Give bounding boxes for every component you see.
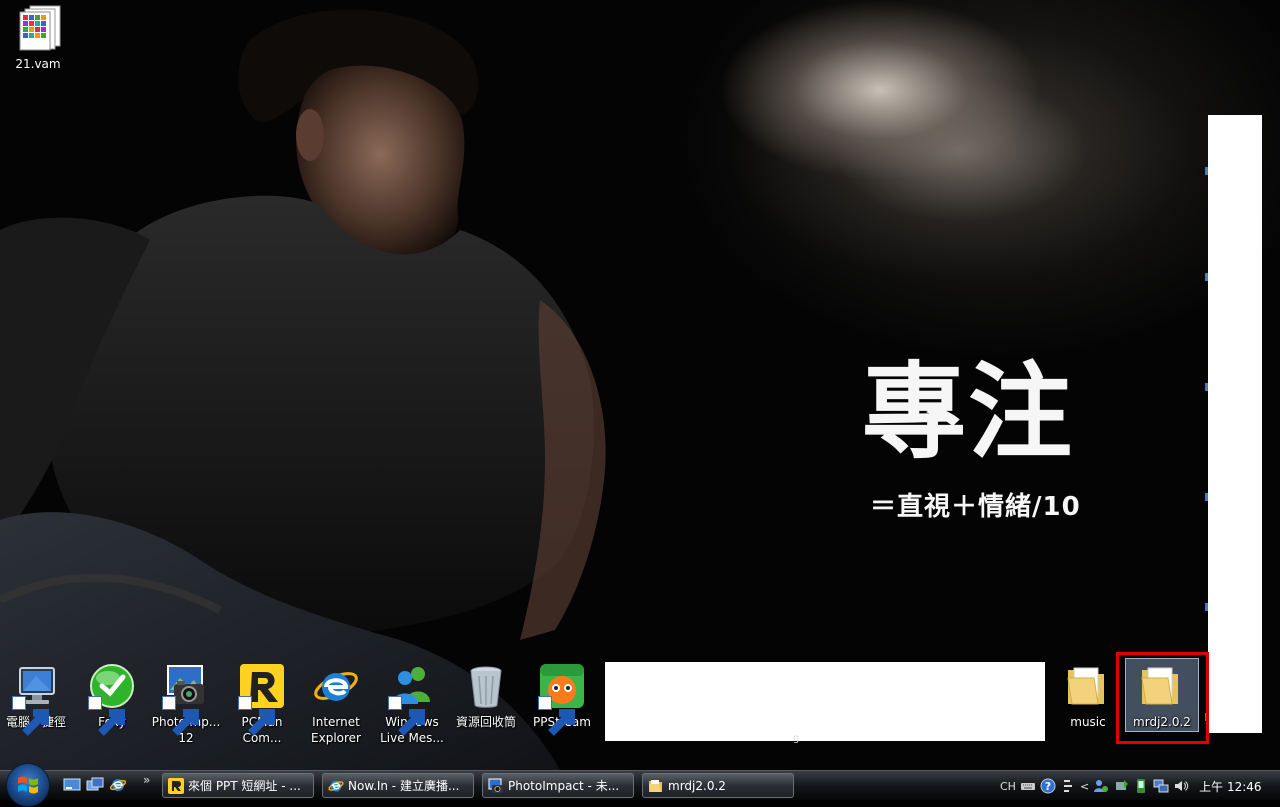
vam-file-icon [14,4,62,52]
show-desktop-icon [63,778,81,791]
taskbar-item-mrdj-folder[interactable]: mrdj2.0.2 [642,773,794,798]
recycle-bin-icon [462,662,510,710]
taskbar-item-label: 來個 PPT 短網址 - ... [188,779,301,793]
language-indicator[interactable]: CH [1000,780,1016,793]
desktop-icon-foxy[interactable]: Foxy [74,662,150,736]
desktop-icon-music-folder[interactable]: music [1050,662,1126,730]
ppt-url-icon [168,777,184,794]
shortcut-arrow-icon [238,696,275,736]
volume-icon[interactable] [1173,778,1189,794]
redacted-area-center [605,662,1045,741]
partial-icon-label: g [793,733,800,744]
taskbar-item-label: PhotoImpact - 未... [508,779,620,793]
ime-options-icon[interactable] [1060,778,1076,794]
shortcut-arrow-icon [538,696,575,736]
quicklaunch-more-chevron[interactable]: » [143,773,150,787]
safely-remove-hardware-icon[interactable] [1113,778,1129,794]
folder-icon [649,779,662,792]
desktop-icon-photoimpact[interactable]: PhotoImp... 12 [148,662,224,746]
user-sync-icon[interactable] [1093,778,1109,794]
quicklaunch-ie[interactable] [108,775,128,795]
internet-explorer-icon [312,662,360,710]
taskbar-item-label: Now.In - 建立廣播... [348,779,460,793]
taskbar-item-label: mrdj2.0.2 [668,778,726,793]
quick-launch-bar [62,775,128,797]
desktop-icon-21-vam[interactable]: 21.vam [0,4,76,72]
shortcut-arrow-icon [12,696,49,736]
wallpaper-slogan-formula: ＝直視＋情緒/10 [870,492,1081,522]
photoimpact-icon [162,662,210,736]
desktop-icon-label: Internet Explorer [311,715,361,745]
switch-windows-icon [86,777,104,791]
desktop-icon-label: 資源回收筒 [455,715,516,729]
pcman-icon [238,662,286,736]
windows-logo-icon [18,776,38,794]
folder-icon [1064,662,1112,710]
photoimpact-icon [488,778,503,793]
network-icon[interactable] [1153,778,1169,794]
start-button[interactable] [6,763,50,807]
desktop-icon-recycle-bin[interactable]: 資源回收筒 [448,662,524,730]
taskbar-clock[interactable]: 上午 12:46 [1199,778,1261,795]
internet-explorer-icon [328,780,344,791]
highlight-rectangle [1116,652,1209,744]
desktop-icon-windows-live-messenger[interactable]: Windows Live Mes... [374,662,450,746]
svg-text:?: ? [1045,780,1051,793]
wallpaper-slogan-title: 專注 [862,351,1075,473]
quicklaunch-switch-windows[interactable] [85,775,105,795]
taskbar: » 來個 PPT 短網址 - ... Now.In - 建立廣播... Phot… [0,763,1280,807]
computer-icon [12,662,60,736]
device-icon[interactable] [1133,778,1149,794]
quicklaunch-show-desktop[interactable] [62,775,82,795]
system-tray: CH ? < 上午 12:46 [996,771,1280,801]
desktop-icon-pcman[interactable]: PCMan Com... [224,662,300,746]
desktop-icon-internet-explorer[interactable]: Internet Explorer [298,662,374,746]
messenger-icon [388,662,436,736]
redacted-area-right [1208,115,1262,733]
shortcut-arrow-icon [162,696,199,736]
shortcut-arrow-icon [388,696,425,736]
show-hidden-icons-chevron[interactable]: < [1080,780,1089,793]
wallpaper-person-photo [0,9,606,770]
keyboard-icon[interactable] [1020,778,1036,794]
shortcut-arrow-icon [88,696,125,736]
desktop-icon-label: music [1070,715,1106,729]
desktop-icon-label: 21.vam [15,57,61,71]
internet-explorer-icon [109,779,127,791]
desktop-icon-computer-shortcut[interactable]: 電腦 - 捷徑 [0,662,74,736]
desktop-icon-ppstream[interactable]: PPStream [524,662,600,736]
taskbar-item-photoimpact[interactable]: PhotoImpact - 未... [482,773,634,798]
foxy-icon [88,662,136,736]
desktop-wallpaper: 專注 ＝直視＋情緒/10 [0,0,1280,770]
ppstream-icon [538,662,586,736]
taskbar-item-nowin[interactable]: Now.In - 建立廣播... [322,773,474,798]
taskbar-item-ppt-url[interactable]: 來個 PPT 短網址 - ... [162,773,314,798]
help-icon[interactable]: ? [1040,778,1056,794]
